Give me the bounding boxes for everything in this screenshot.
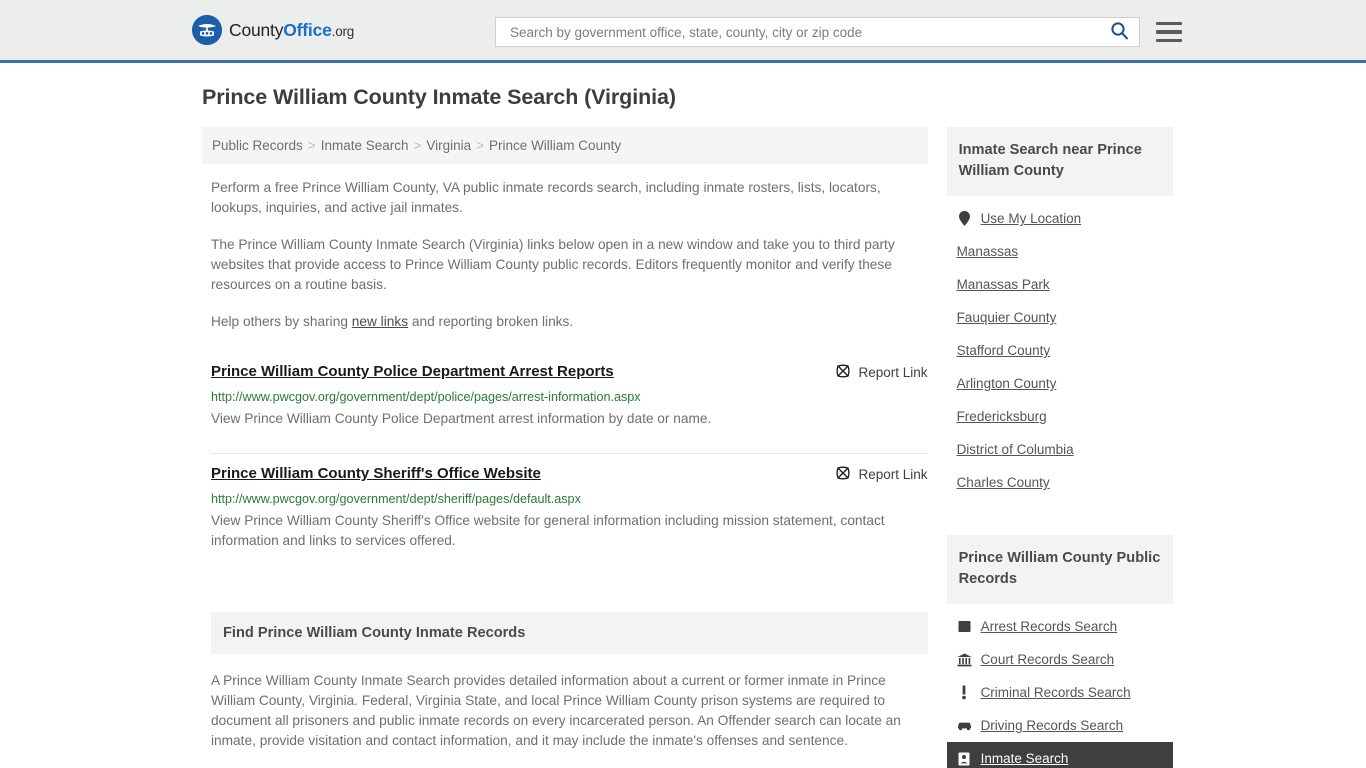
broken-link-icon	[835, 363, 851, 382]
result-item: Prince William County Sheriff's Office W…	[211, 453, 928, 565]
report-link-label: Report Link	[858, 365, 928, 380]
sidebar-item-label: Arlington County	[956, 376, 1057, 391]
breadcrumb-separator: >	[413, 138, 422, 153]
exclamation-icon	[957, 685, 972, 700]
sidebar-item-fredericksburg[interactable]: Fredericksburg	[947, 400, 1173, 433]
header-search-area	[495, 17, 1182, 47]
page-body: Prince William County Inmate Search (Vir…	[0, 63, 1366, 768]
sidebar-item-label: Arrest Records Search	[980, 619, 1118, 634]
logo-county: County	[229, 19, 284, 40]
map-pin-icon	[957, 211, 972, 226]
result-description: View Prince William County Police Depart…	[211, 411, 712, 426]
result-item: Prince William County Police Department …	[211, 352, 928, 443]
sidebar-item-fauquier-county[interactable]: Fauquier County	[947, 301, 1173, 334]
breadcrumb-item-inmate-search[interactable]: Inmate Search	[321, 138, 409, 153]
site-header: CountyOffice.org	[0, 0, 1366, 63]
sidebar-item-arrest-records-search[interactable]: Arrest Records Search	[947, 610, 1173, 643]
sidebar-item-manassas[interactable]: Manassas	[947, 235, 1173, 268]
sidebar-item-label: Inmate Search	[980, 751, 1069, 766]
hamburger-menu-icon[interactable]	[1156, 21, 1182, 43]
id-card-icon	[957, 751, 972, 766]
result-url[interactable]: http://www.pwcgov.org/government/dept/po…	[211, 389, 928, 406]
intro-paragraph-3: Help others by sharing new links and rep…	[211, 312, 921, 332]
sidebar-item-label: Fredericksburg	[956, 409, 1047, 424]
intro-paragraph-1: Perform a free Prince William County, VA…	[211, 180, 881, 215]
result-title-link[interactable]: Prince William County Police Department …	[211, 362, 614, 382]
breadcrumb-item-virginia[interactable]: Virginia	[426, 138, 471, 153]
courthouse-icon	[957, 652, 972, 667]
sidebar-item-manassas-park[interactable]: Manassas Park	[947, 268, 1173, 301]
sidebar-panel-gap	[947, 499, 1173, 535]
search-icon	[1110, 21, 1129, 43]
result-url[interactable]: http://www.pwcgov.org/government/dept/sh…	[211, 491, 928, 508]
report-link-label: Report Link	[858, 467, 928, 482]
broken-link-icon	[835, 465, 851, 484]
report-link-button[interactable]: Report Link	[835, 465, 928, 484]
sidebar-item-label: Charles County	[956, 475, 1050, 490]
search-box[interactable]	[495, 17, 1140, 47]
car-icon	[957, 718, 972, 733]
result-header: Prince William County Police Department …	[211, 362, 928, 382]
find-section-paragraph: A Prince William County Inmate Search pr…	[211, 673, 901, 748]
content-container: Prince William County Inmate Search (Vir…	[193, 85, 1173, 768]
sidebar-nearby-heading: Inmate Search near Prince William County	[946, 127, 1173, 196]
logo-wordmark: CountyOffice.org	[229, 20, 354, 41]
sidebar-item-stafford-county[interactable]: Stafford County	[947, 334, 1173, 367]
logo-office: Office	[283, 19, 332, 40]
breadcrumb-item-current: Prince William County	[489, 138, 622, 153]
search-input[interactable]	[508, 23, 1106, 41]
sidebar-item-use-my-location[interactable]: Use My Location	[947, 202, 1173, 235]
sidebar-item-criminal-records-search[interactable]: Criminal Records Search	[947, 676, 1173, 709]
sidebar-item-district-of-columbia[interactable]: District of Columbia	[947, 433, 1173, 466]
result-description: View Prince William County Sheriff's Off…	[211, 513, 885, 548]
breadcrumb-separator: >	[307, 138, 316, 153]
sidebar-item-label: Stafford County	[956, 343, 1051, 358]
sidebar-item-label: Fauquier County	[956, 310, 1057, 325]
sidebar-item-label: Criminal Records Search	[980, 685, 1131, 700]
columns: Public Records > Inmate Search > Virginia > Pr…	[193, 127, 1173, 768]
breadcrumb-item-public-records[interactable]: Public Records	[212, 138, 303, 153]
sidebar-item-inmate-search[interactable]: Inmate Search	[946, 742, 1173, 768]
main-column: Public Records > Inmate Search > Virginia > Pr…	[202, 127, 928, 768]
share-text-post: and reporting broken links.	[408, 314, 574, 329]
sidebar-nearby-list: Use My Location Manassas Manassas Park F…	[947, 196, 1173, 499]
find-section-body: A Prince William County Inmate Search pr…	[211, 654, 928, 751]
sidebar-item-court-records-search[interactable]: Court Records Search	[947, 643, 1173, 676]
search-button[interactable]	[1106, 21, 1133, 43]
sidebar-item-label: Use My Location	[980, 211, 1082, 226]
sidebar: Inmate Search near Prince William County…	[946, 127, 1173, 768]
sidebar-item-label: Manassas Park	[956, 277, 1050, 292]
site-logo[interactable]: CountyOffice.org	[192, 15, 354, 45]
page-title: Prince William County Inmate Search (Vir…	[202, 85, 676, 109]
breadcrumb-separator: >	[476, 138, 485, 153]
fingerprint-icon	[957, 619, 972, 634]
sidebar-item-arlington-county[interactable]: Arlington County	[947, 367, 1173, 400]
sidebar-item-label: District of Columbia	[956, 442, 1074, 457]
share-text-pre: Help others by sharing	[211, 314, 352, 329]
sidebar-item-label: Manassas	[956, 244, 1019, 259]
sidebar-item-label: Driving Records Search	[980, 718, 1124, 733]
find-section-heading: Find Prince William County Inmate Record…	[211, 612, 928, 654]
logo-org: .org	[331, 23, 355, 39]
sidebar-item-driving-records-search[interactable]: Driving Records Search	[947, 709, 1173, 742]
report-link-button[interactable]: Report Link	[835, 363, 928, 382]
sidebar-item-charles-county[interactable]: Charles County	[947, 466, 1173, 499]
intro-paragraph-2: The Prince William County Inmate Search …	[211, 237, 895, 292]
sidebar-public-records-list: Arrest Records Search Court Records Sear…	[946, 604, 1173, 768]
new-links-link[interactable]: new links	[352, 314, 408, 329]
breadcrumb: Public Records > Inmate Search > Virginia > Pr…	[202, 127, 928, 164]
eagle-stars-emblem-icon	[192, 15, 222, 45]
result-title-link[interactable]: Prince William County Sheriff's Office W…	[211, 464, 541, 484]
sidebar-public-records-heading: Prince William County Public Records	[946, 535, 1173, 604]
sidebar-item-label: Court Records Search	[980, 652, 1115, 667]
result-header: Prince William County Sheriff's Office W…	[211, 464, 928, 484]
